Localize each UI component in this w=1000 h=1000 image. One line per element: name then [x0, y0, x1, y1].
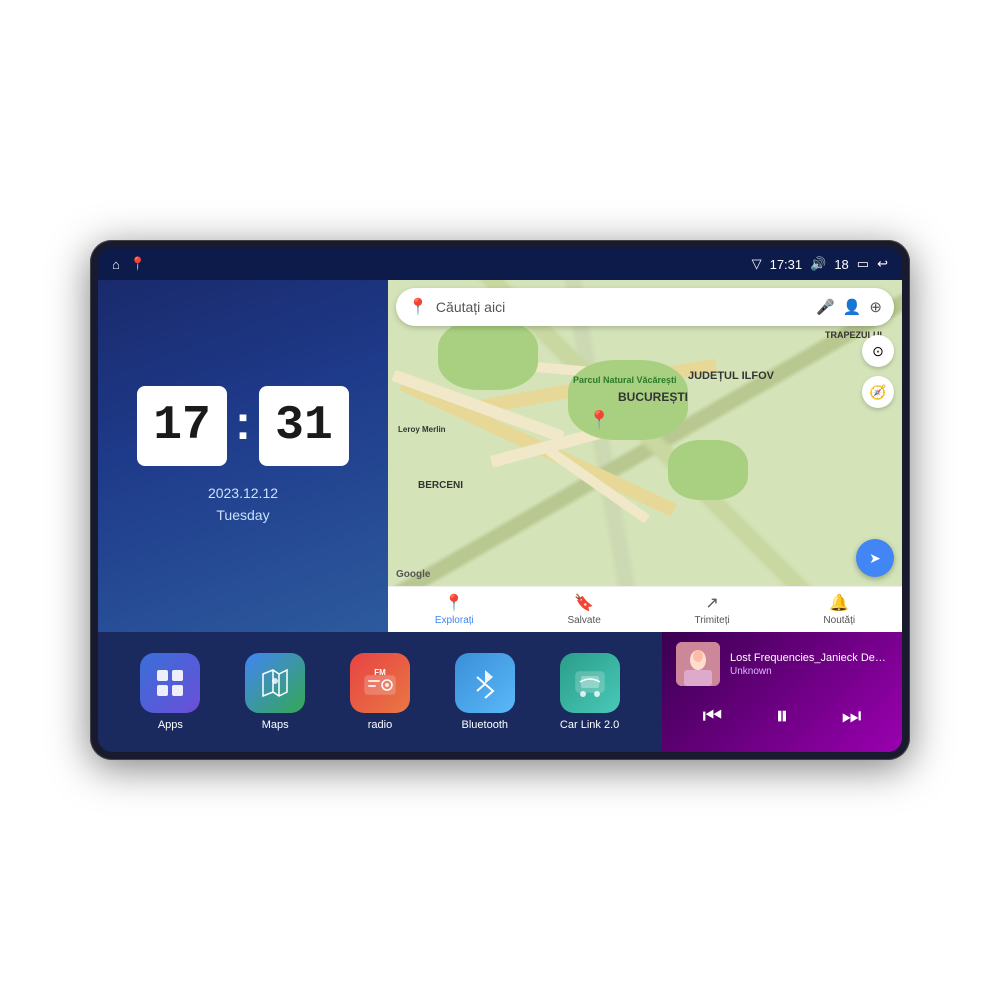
bottom-section: Apps Maps [98, 632, 902, 752]
map-label-parc: Parcul Natural Văcărești [573, 375, 677, 385]
screen: ⌂ 📍 ▽ 17:31 🔊 18 ▭ ↩ 17 : [98, 248, 902, 752]
navigation-button[interactable]: ➤ [856, 539, 894, 577]
radio-icon: FM [350, 653, 410, 713]
map-search-bar[interactable]: 📍 Căutați aici 🎤 👤 ⊕ [396, 288, 894, 326]
signal-icon: ▽ [752, 256, 762, 272]
news-label: Noutăți [823, 615, 855, 626]
apps-section: Apps Maps [98, 632, 662, 752]
status-bar: ⌂ 📍 ▽ 17:31 🔊 18 ▭ ↩ [98, 248, 902, 280]
volume-icon: 🔊 [810, 256, 826, 272]
maps-icon [245, 653, 305, 713]
clock-minute: 31 [259, 386, 349, 466]
clock-panel: 17 : 31 2023.12.12 Tuesday [98, 280, 388, 632]
carlink-label: Car Link 2.0 [560, 719, 619, 731]
maps-label: Maps [262, 719, 289, 731]
saved-icon: 🔖 [574, 593, 594, 613]
music-controls: ⏮ ⏸ ⏭ [676, 696, 888, 736]
apps-icon [140, 653, 200, 713]
next-button[interactable]: ⏭ [834, 699, 870, 733]
status-time: 17:31 [770, 257, 803, 272]
google-logo: Google [396, 569, 430, 580]
map-search-text: Căutați aici [436, 299, 808, 315]
bluetooth-icon [455, 653, 515, 713]
map-label-bucuresti: BUCUREȘTI [618, 390, 688, 404]
music-thumbnail [676, 642, 720, 686]
music-details: Lost Frequencies_Janieck Devy-... Unknow… [730, 652, 888, 677]
map-nav-saved[interactable]: 🔖 Salvate [567, 593, 600, 626]
map-label-leroy: Leroy Merlin [398, 425, 446, 434]
map-pin-1: 📍 [588, 410, 610, 431]
app-item-apps[interactable]: Apps [140, 653, 200, 731]
music-title: Lost Frequencies_Janieck Devy-... [730, 652, 888, 664]
share-icon: ↗ [705, 593, 718, 613]
green-area [438, 320, 538, 390]
layers-icon[interactable]: ⊕ [869, 298, 882, 316]
clock-hour: 17 [137, 386, 227, 466]
map-nav-explore[interactable]: 📍 Explorați [435, 593, 474, 626]
app-item-bluetooth[interactable]: Bluetooth [455, 653, 515, 731]
carlink-icon [560, 653, 620, 713]
play-pause-button[interactable]: ⏸ [767, 696, 796, 736]
maps-status-icon[interactable]: 📍 [130, 256, 146, 272]
prev-button[interactable]: ⏮ [695, 699, 731, 733]
location-button[interactable]: ⊙ [862, 335, 894, 367]
clock-colon: : [235, 396, 251, 451]
map-bottom-nav: 📍 Explorați 🔖 Salvate ↗ Trimiteți 🔔 [388, 586, 902, 632]
maps-pin-icon: 📍 [408, 297, 428, 317]
news-icon: 🔔 [829, 593, 849, 613]
home-icon[interactable]: ⌂ [112, 257, 120, 272]
radio-label: radio [368, 719, 392, 731]
map-nav-share[interactable]: ↗ Trimiteți [695, 593, 730, 626]
app-item-maps[interactable]: Maps [245, 653, 305, 731]
music-info: Lost Frequencies_Janieck Devy-... Unknow… [676, 642, 888, 686]
music-player: Lost Frequencies_Janieck Devy-... Unknow… [662, 632, 902, 752]
back-icon[interactable]: ↩ [877, 256, 888, 272]
map-nav-news[interactable]: 🔔 Noutăți [823, 593, 855, 626]
bluetooth-label: Bluetooth [462, 719, 508, 731]
compass-button[interactable]: 🧭 [862, 376, 894, 408]
explore-label: Explorați [435, 615, 474, 626]
green-area [668, 440, 748, 500]
clock-date: 2023.12.12 Tuesday [208, 482, 278, 527]
map-search-actions: 🎤 👤 ⊕ [816, 298, 882, 316]
main-content: 17 : 31 2023.12.12 Tuesday [98, 280, 902, 752]
explore-icon: 📍 [444, 593, 464, 613]
top-section: 17 : 31 2023.12.12 Tuesday [98, 280, 902, 632]
map-label-berceni: BERCENI [418, 480, 463, 491]
music-artist: Unknown [730, 666, 888, 677]
apps-label: Apps [158, 719, 183, 731]
battery-icon: ▭ [857, 256, 869, 272]
status-left: ⌂ 📍 [112, 256, 146, 272]
map-label-ilfov: JUDEȚUL ILFOV [688, 370, 774, 382]
account-icon[interactable]: 👤 [843, 298, 862, 316]
mic-icon[interactable]: 🎤 [816, 298, 835, 316]
share-label: Trimiteți [695, 615, 730, 626]
clock-display: 17 : 31 [137, 386, 349, 466]
saved-label: Salvate [567, 615, 600, 626]
status-right: ▽ 17:31 🔊 18 ▭ ↩ [752, 256, 888, 272]
volume-level: 18 [834, 257, 848, 272]
app-item-radio[interactable]: FM radio [350, 653, 410, 731]
device-frame: ⌂ 📍 ▽ 17:31 🔊 18 ▭ ↩ 17 : [90, 240, 910, 760]
svg-text:FM: FM [374, 668, 386, 677]
map-panel[interactable]: BUCUREȘTI JUDEȚUL ILFOV BERCENI Parcul N… [388, 280, 902, 632]
app-item-carlink[interactable]: Car Link 2.0 [560, 653, 620, 731]
